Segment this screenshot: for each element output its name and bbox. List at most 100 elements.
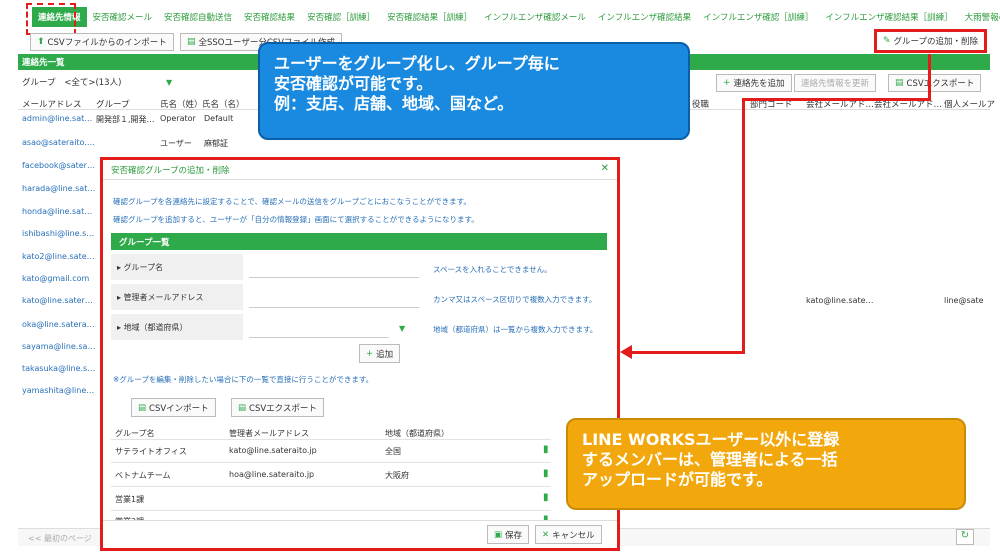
dialog-title: 安否確認グループの追加・削除: [111, 166, 230, 176]
callout-line: するメンバーは、管理者による一括: [582, 450, 838, 469]
tab-flu-mail[interactable]: インフルエンザ確認メール: [478, 11, 592, 23]
group-dialog: 安否確認グループの追加・削除 ✕ 確認グループを各連絡先に設定することで、確認メ…: [100, 157, 620, 551]
row-personal-mail: line@sate: [944, 296, 984, 305]
label-text: グループ名: [123, 263, 164, 272]
group-row-region[interactable]: 大阪府: [385, 470, 409, 481]
group-filter-label: グループ: [22, 78, 56, 88]
callout-line: LINE WORKSユーザー以外に登録: [582, 430, 840, 449]
add-user-icon: +: [723, 78, 731, 88]
table-row[interactable]: oka@line.satera…: [22, 320, 95, 329]
group-add-delete-button[interactable]: ✎ グループの追加・削除: [874, 29, 988, 53]
column-header[interactable]: 役職: [692, 98, 709, 110]
table-row[interactable]: takasuka@line.s…: [22, 364, 95, 373]
admin-email-label: ▸ 管理者メールアドレス: [111, 284, 243, 310]
dialog-csv-import-label: CSVインポート: [149, 403, 209, 414]
column-header[interactable]: メールアドレス: [22, 98, 82, 110]
dialog-csv-export-button[interactable]: ▤ CSVエクスポート: [231, 398, 324, 417]
add-group-button[interactable]: + 追加: [359, 344, 401, 363]
column-header[interactable]: グループ: [96, 98, 130, 110]
add-contact-label: 連絡先を追加: [733, 79, 785, 89]
callout-line: ユーザーをグループ化し、グループ毎に: [274, 54, 560, 73]
divider: [111, 486, 551, 487]
group-row-name[interactable]: サテライトオフィス: [115, 446, 187, 457]
group-list-title: グループ一覧: [119, 238, 170, 248]
table-row[interactable]: asao@sateraito.…: [22, 138, 95, 147]
table-row[interactable]: kato2@line.sate…: [22, 252, 95, 261]
group-row-admin[interactable]: kato@line.sateraito.jp: [229, 446, 317, 455]
group-row-region[interactable]: 全国: [385, 446, 401, 457]
row-sei: Operator: [160, 114, 196, 123]
update-contact-button[interactable]: 連絡先情報を更新: [794, 74, 877, 92]
tab-flu-drill[interactable]: インフルエンザ確認［訓練］: [697, 11, 819, 23]
group-filter: グループ <全て>(13人): [22, 76, 121, 88]
add-contact-button[interactable]: + 連絡先を追加: [716, 74, 792, 92]
region-label: ▸ 地域（都道府県）: [111, 314, 243, 340]
column-header[interactable]: 氏名（姓）: [160, 98, 203, 110]
table-row[interactable]: kato@line.sater…: [22, 296, 93, 305]
tab-bar: 連絡先情報 安否確認メール 安否確認自動送信 安否確認結果 安否確認［訓練］ 安…: [0, 0, 1000, 34]
cancel-button[interactable]: ✕ キャンセル: [535, 525, 602, 544]
table-row[interactable]: admin@line.sat…: [22, 114, 92, 123]
group-row-name[interactable]: ベトナムチーム: [115, 470, 171, 481]
trash-icon[interactable]: ▮: [543, 444, 549, 455]
dialog-note: 確認グループを追加すると、ユーザーが「自分の情報登録」画面にて選択することができ…: [113, 215, 479, 224]
connector-line: [928, 54, 931, 100]
column-header[interactable]: 個人メールア: [944, 98, 995, 110]
table-row[interactable]: harada@line.sat…: [22, 184, 95, 193]
tab-flu-result[interactable]: インフルエンザ確認結果: [592, 11, 697, 23]
table-row[interactable]: ishibashi@line.s…: [22, 229, 94, 238]
upload-icon: ⬆: [37, 37, 45, 47]
group-table-header: 管理者メールアドレス: [229, 429, 309, 438]
table-row[interactable]: sayama@line.sa…: [22, 342, 95, 351]
group-row-admin[interactable]: hoa@line.sateraito.jp: [229, 470, 314, 479]
region-hint: 地域（都道府県）は一覧から複数入力できます。: [433, 325, 598, 334]
csv-import-button[interactable]: ⬆ CSVファイルからのインポート: [30, 33, 174, 51]
chevron-down-icon[interactable]: ▼: [399, 324, 405, 333]
close-icon[interactable]: ✕: [601, 163, 609, 174]
tab-safety-result-drill[interactable]: 安否確認結果［訓練］: [381, 11, 478, 23]
admin-email-input[interactable]: [249, 288, 419, 308]
tab-safety-result[interactable]: 安否確認結果: [238, 11, 301, 23]
connector-line: [742, 98, 931, 101]
trash-icon[interactable]: ▮: [543, 492, 549, 503]
dialog-csv-import-button[interactable]: ▤ CSVインポート: [131, 398, 216, 417]
tab-safety-auto[interactable]: 安否確認自動送信: [158, 11, 238, 23]
save-button[interactable]: ▣ 保存: [487, 525, 530, 544]
divider: [111, 510, 551, 511]
arrow-left-icon: [620, 345, 632, 359]
group-row-name[interactable]: 営業1課: [115, 494, 144, 505]
callout-grouping: ユーザーをグループ化し、グループ毎に 安否確認が可能です。 例：支店、店舗、地域…: [258, 42, 690, 140]
tab-rain-auto[interactable]: 大雨警報の自動送: [959, 11, 1000, 23]
dialog-titlebar: 安否確認グループの追加・削除 ✕: [103, 160, 617, 180]
divider: [111, 462, 551, 463]
update-contact-label: 連絡先情報を更新: [801, 79, 870, 89]
tab-safety-mail[interactable]: 安否確認メール: [87, 11, 159, 23]
table-row[interactable]: yamashita@line…: [22, 386, 94, 395]
refresh-icon[interactable]: ↻: [956, 529, 974, 545]
trash-icon[interactable]: ▮: [543, 468, 549, 479]
region-select[interactable]: [249, 318, 389, 338]
admin-email-hint: カンマ又はスペース区切りで複数入力できます。: [433, 295, 597, 304]
active-tab-highlight: [26, 3, 76, 35]
pencil-icon: ✎: [883, 36, 891, 46]
dialog-csv-export-label: CSVエクスポート: [249, 403, 317, 414]
csv-export-button[interactable]: ▤ CSVエクスポート: [888, 74, 982, 92]
table-row[interactable]: facebook@sater…: [22, 161, 95, 170]
group-list-header: グループ一覧: [111, 233, 607, 250]
connector-line: [742, 98, 745, 354]
chevron-down-icon[interactable]: ▼: [166, 78, 172, 87]
tab-flu-result-drill[interactable]: インフルエンザ確認結果［訓練］: [819, 11, 958, 23]
connector-line: [630, 351, 745, 354]
row-company-mail: kato@line.sate…: [806, 296, 874, 305]
file-icon: ▤: [238, 402, 247, 413]
column-header[interactable]: 氏名（名）: [202, 98, 245, 110]
csv-export-label: CSVエクスポート: [906, 79, 975, 89]
row-group: 開発部１,開発…: [96, 115, 155, 124]
row-mei: Default: [204, 114, 234, 123]
first-page-link[interactable]: << 最初のページ: [28, 533, 92, 544]
table-row[interactable]: kato@gmail.com: [22, 274, 89, 283]
table-row[interactable]: honda@line.sat…: [22, 207, 92, 216]
group-name-input[interactable]: [249, 258, 419, 278]
group-filter-select[interactable]: <全て>(13人): [64, 78, 121, 88]
tab-safety-drill[interactable]: 安否確認［訓練］: [301, 11, 381, 23]
